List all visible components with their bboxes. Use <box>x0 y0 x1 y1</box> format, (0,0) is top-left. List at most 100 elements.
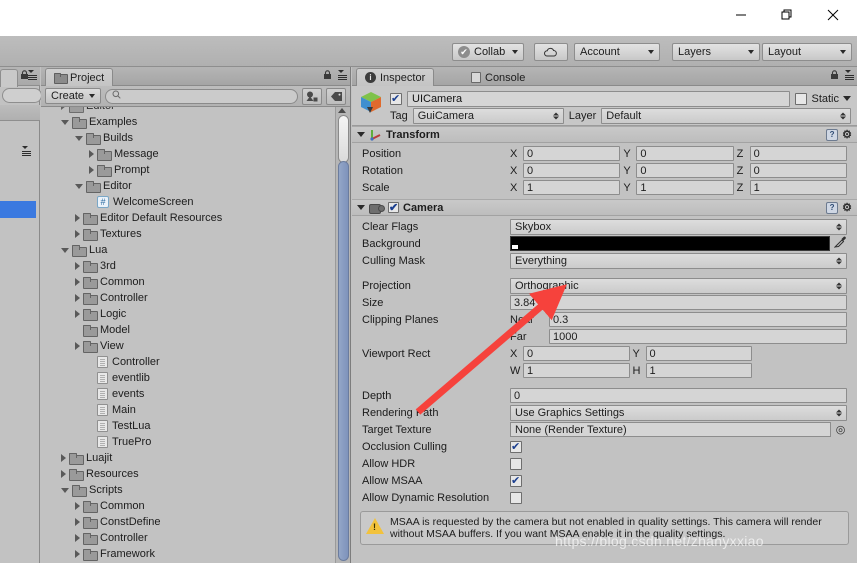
tab-project[interactable]: Project <box>45 68 114 86</box>
layer-dropdown[interactable]: Default <box>601 108 851 124</box>
static-toggle[interactable]: Static <box>795 92 851 105</box>
chevron-down-icon[interactable] <box>843 96 851 101</box>
background-color-swatch[interactable] <box>510 236 830 251</box>
chevron-right-icon[interactable] <box>75 550 80 558</box>
create-button[interactable]: Create <box>45 88 102 104</box>
tree-item[interactable]: Model <box>41 322 335 338</box>
lock-icon[interactable] <box>323 70 332 83</box>
tree-item[interactable]: 3rd <box>41 258 335 274</box>
object-picker-icon[interactable]: ◎ <box>834 423 847 436</box>
chevron-right-icon[interactable] <box>75 214 80 222</box>
foldout-expanded-icon[interactable] <box>357 132 365 137</box>
tab-inspector[interactable]: i Inspector <box>356 68 435 86</box>
project-asset-tree[interactable]: Editor Examples Builds Message Prompt Editor #… <box>41 107 335 563</box>
rendering-path-dropdown[interactable]: Use Graphics Settings <box>510 404 847 421</box>
tree-item[interactable]: Logic <box>41 306 335 322</box>
chevron-right-icon[interactable] <box>75 342 80 350</box>
panel-menu-icon[interactable] <box>22 146 31 156</box>
chevron-down-icon[interactable] <box>61 119 69 125</box>
tree-item[interactable]: Lua <box>41 242 335 258</box>
minimize-button[interactable] <box>718 0 764 30</box>
close-button[interactable] <box>810 0 856 30</box>
tree-item[interactable]: Controller <box>41 530 335 546</box>
chevron-right-icon[interactable] <box>61 107 66 110</box>
tree-item[interactable]: Scripts <box>41 482 335 498</box>
tree-item[interactable]: eventlib <box>41 370 335 386</box>
eyedropper-icon[interactable] <box>833 236 847 251</box>
tree-item[interactable]: Framework <box>41 546 335 562</box>
rotation-y-input[interactable]: 0 <box>636 163 734 178</box>
tree-item[interactable]: Common <box>41 498 335 514</box>
panel-menu-icon[interactable] <box>338 70 347 80</box>
maximize-restore-button[interactable] <box>764 0 810 30</box>
chevron-right-icon[interactable] <box>61 470 66 478</box>
camera-component-header[interactable]: Camera ? ⚙ <box>352 199 857 216</box>
scale-x-input[interactable]: 1 <box>523 180 621 195</box>
tree-item[interactable]: Prompt <box>41 162 335 178</box>
tree-item[interactable]: ConstDefine <box>41 514 335 530</box>
lock-icon[interactable] <box>830 70 839 83</box>
scale-y-input[interactable]: 1 <box>636 180 734 195</box>
viewport-h-input[interactable]: 1 <box>645 363 752 378</box>
layers-button[interactable]: Layers <box>672 43 760 61</box>
help-icon[interactable]: ? <box>826 129 839 141</box>
tree-item[interactable]: Editor <box>41 178 335 194</box>
collab-button[interactable]: ✔ Collab <box>452 43 524 61</box>
position-z-input[interactable]: 0 <box>749 146 847 161</box>
rotation-z-input[interactable]: 0 <box>749 163 847 178</box>
chevron-right-icon[interactable] <box>75 518 80 526</box>
allow-dynamic-resolution-checkbox[interactable] <box>510 491 522 504</box>
left-edge-tab[interactable] <box>0 69 18 87</box>
tree-item[interactable]: Common <box>41 274 335 290</box>
chevron-right-icon[interactable] <box>75 278 80 286</box>
account-button[interactable]: Account <box>574 43 660 61</box>
selected-row-highlight[interactable] <box>0 201 36 218</box>
occlusion-culling-checkbox[interactable] <box>510 440 522 454</box>
tree-item[interactable]: Main <box>41 402 335 418</box>
panel-menu-icon[interactable] <box>28 70 37 80</box>
scroll-up-arrow-icon[interactable] <box>338 108 346 113</box>
culling-mask-dropdown[interactable]: Everything <box>510 252 847 269</box>
chevron-right-icon[interactable] <box>75 502 80 510</box>
viewport-y-input[interactable]: 0 <box>645 346 752 361</box>
chevron-right-icon[interactable] <box>75 230 80 238</box>
cloud-services-button[interactable] <box>534 43 568 61</box>
far-input[interactable]: 1000 <box>549 329 847 344</box>
chevron-right-icon[interactable] <box>75 262 80 270</box>
transform-component-header[interactable]: Transform ? ⚙ <box>352 126 857 143</box>
panel-menu-icon[interactable] <box>845 70 854 80</box>
chevron-down-icon[interactable] <box>61 487 69 493</box>
tree-item[interactable]: Controller <box>41 354 335 370</box>
tree-item[interactable]: Resources <box>41 466 335 482</box>
tag-dropdown[interactable]: GuiCamera <box>412 108 564 124</box>
filter-by-label-button[interactable] <box>326 87 346 105</box>
scrollbar-thumb-upper[interactable] <box>338 115 349 163</box>
tree-item[interactable]: Examples <box>41 114 335 130</box>
viewport-x-input[interactable]: 0 <box>523 346 630 361</box>
search-input[interactable] <box>105 88 298 104</box>
allow-hdr-checkbox[interactable] <box>510 457 522 470</box>
tree-item[interactable]: Controller <box>41 290 335 306</box>
gear-icon[interactable]: ⚙ <box>842 129 852 141</box>
tree-item[interactable]: TruePro <box>41 434 335 450</box>
static-checkbox[interactable] <box>795 92 808 105</box>
position-y-input[interactable]: 0 <box>636 146 734 161</box>
tree-item[interactable]: Editor Default Resources <box>41 210 335 226</box>
left-edge-search-input[interactable] <box>2 88 42 103</box>
tree-item[interactable]: Editor <box>41 107 335 114</box>
scale-z-input[interactable]: 1 <box>749 180 847 195</box>
tree-item[interactable]: Message <box>41 146 335 162</box>
gameobject-enabled-checkbox[interactable] <box>390 92 402 106</box>
chevron-right-icon[interactable] <box>89 166 94 174</box>
chevron-down-icon[interactable] <box>75 183 83 189</box>
position-x-input[interactable]: 0 <box>523 146 621 161</box>
chevron-right-icon[interactable] <box>75 310 80 318</box>
chevron-right-icon[interactable] <box>89 150 94 158</box>
chevron-down-icon[interactable] <box>75 135 83 141</box>
chevron-down-icon[interactable] <box>61 247 69 253</box>
tree-item[interactable]: Textures <box>41 226 335 242</box>
help-icon[interactable]: ? <box>826 202 839 214</box>
project-tree-scrollbar[interactable] <box>335 107 350 563</box>
allow-msaa-checkbox[interactable] <box>510 474 522 488</box>
size-input[interactable]: 3.84 <box>510 295 847 310</box>
